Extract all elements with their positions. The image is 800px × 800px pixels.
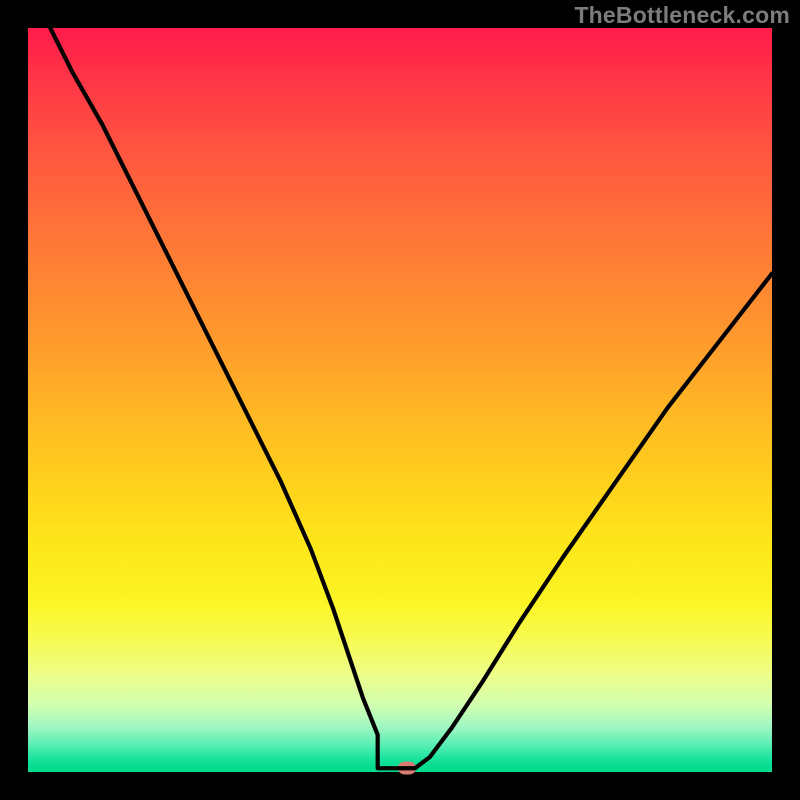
watermark-text: TheBottleneck.com	[574, 2, 790, 29]
bottleneck-curve	[28, 28, 772, 772]
plot-area	[28, 28, 772, 772]
chart-frame: TheBottleneck.com	[0, 0, 800, 800]
